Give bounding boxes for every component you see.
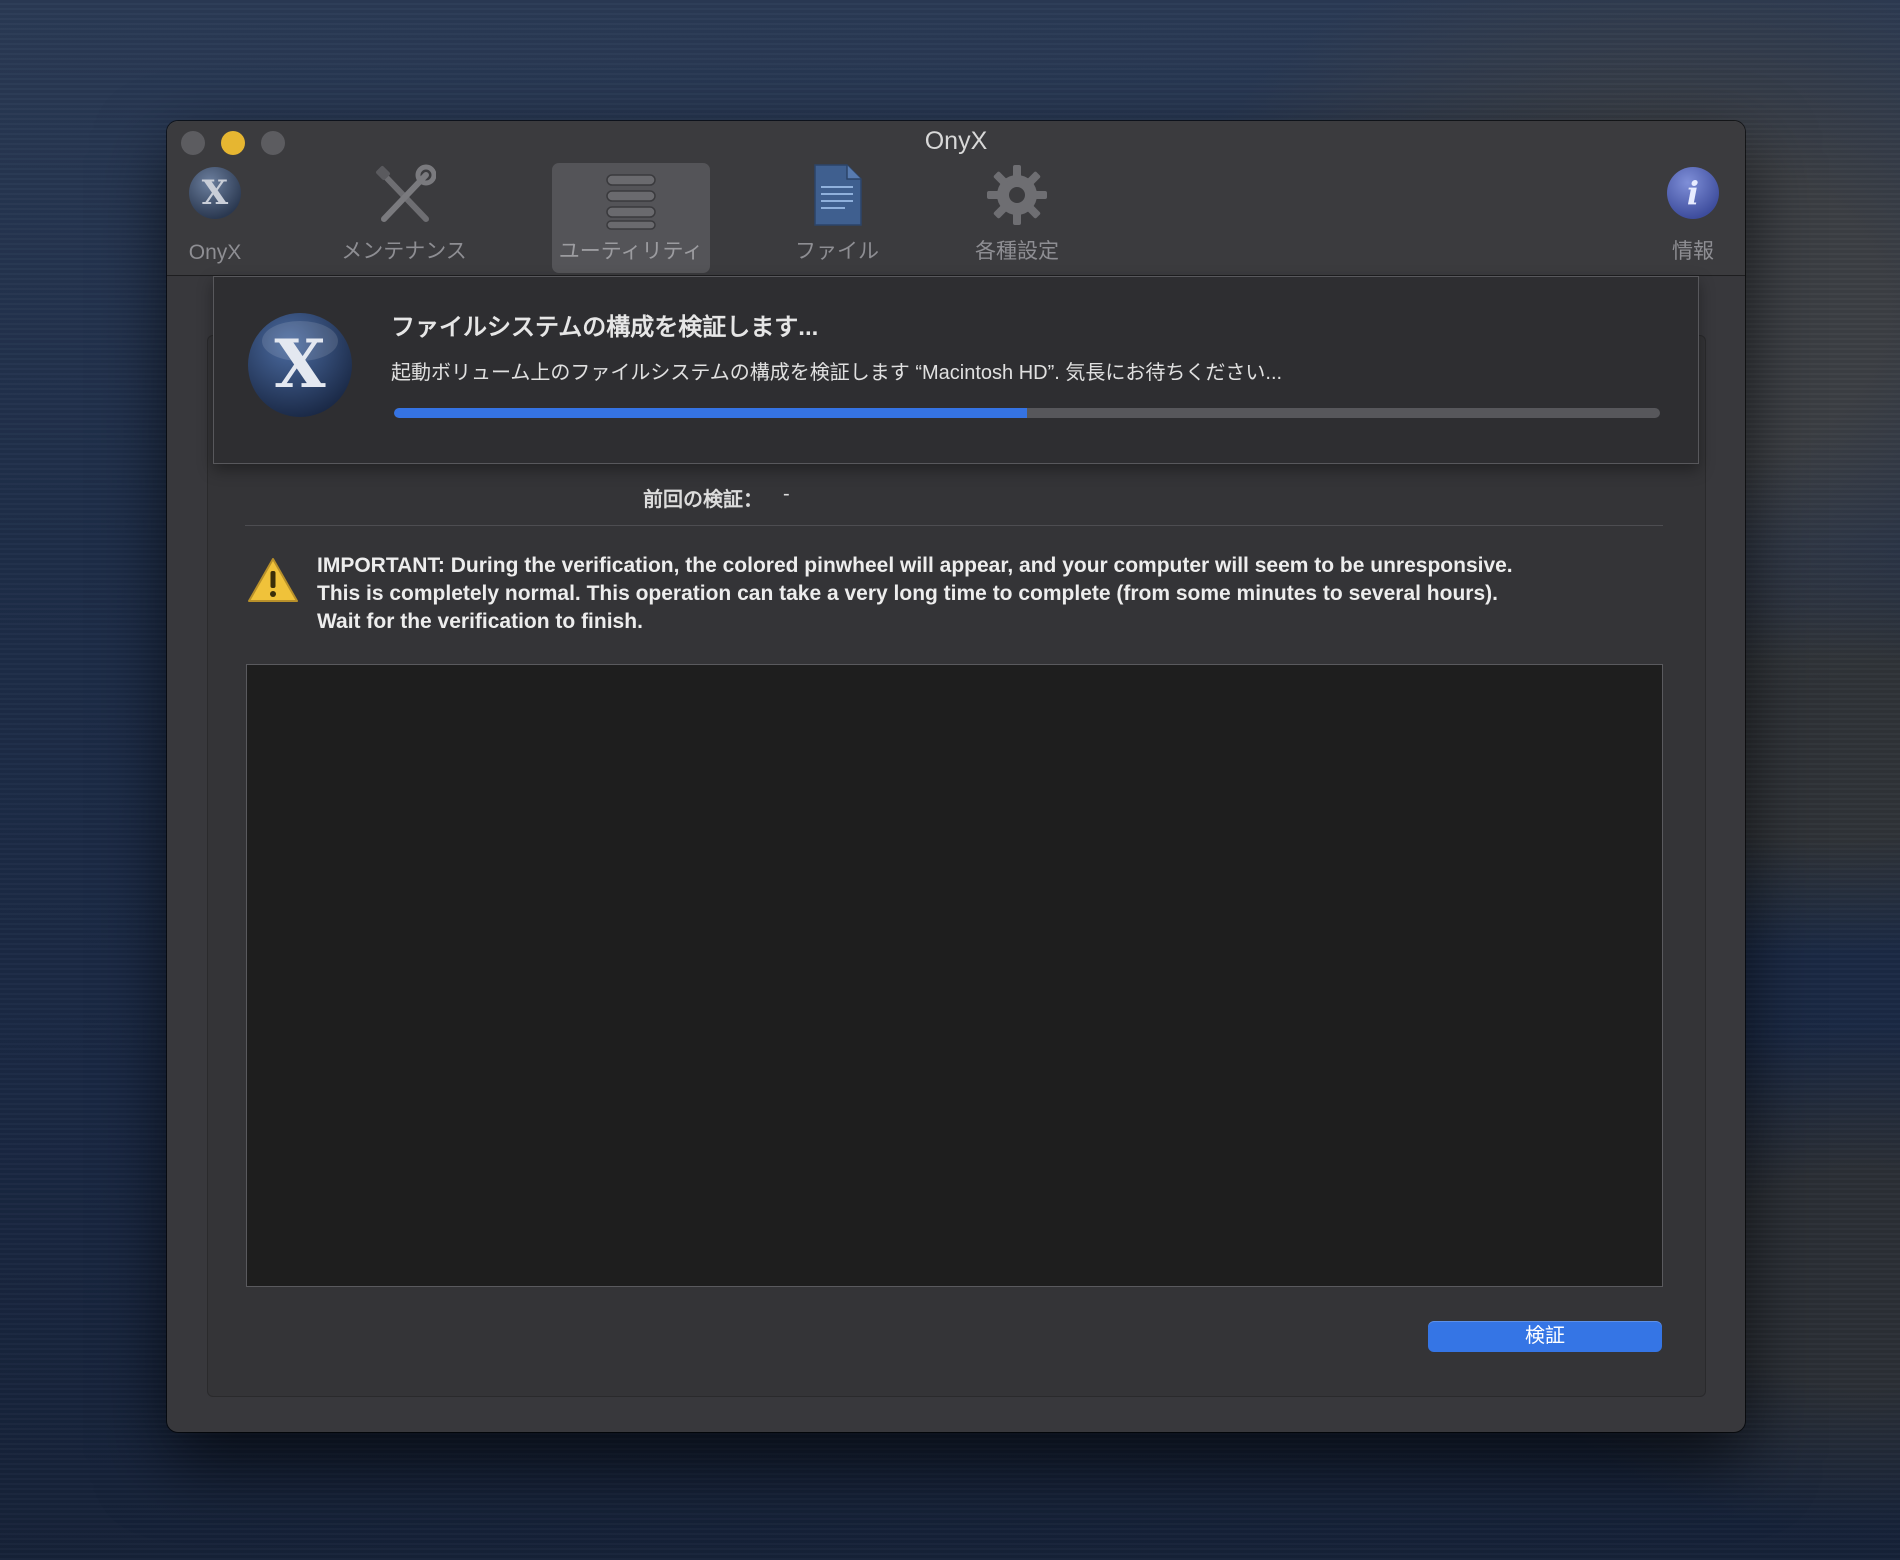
- warning-line: Wait for the verification to finish.: [317, 610, 643, 633]
- toolbar-utilities-label: ユーティリティ: [558, 240, 704, 263]
- warning-icon: [248, 558, 298, 602]
- last-check-label: 前回の検証：: [643, 489, 763, 511]
- toolbar-info[interactable]: i 情報: [1657, 163, 1729, 273]
- verify-button[interactable]: 検証: [1428, 1321, 1662, 1352]
- wrenches-icon: [606, 174, 656, 230]
- last-check-value: -: [783, 483, 790, 505]
- toolbar-onyx-label: OnyX: [188, 241, 242, 264]
- sheet-title: ファイルシステムの構成を検証します...: [391, 314, 819, 341]
- toolbar-settings-label: 各種設定: [975, 240, 1059, 263]
- warning-line: This is completely normal. This operatio…: [317, 582, 1498, 605]
- log-output-area[interactable]: [246, 664, 1663, 1287]
- toolbar-info-label: 情報: [1672, 240, 1714, 263]
- toolbar-maintenance-label: メンテナンス: [341, 240, 467, 263]
- toolbar-files[interactable]: ファイル: [787, 163, 887, 273]
- warning-line: IMPORTANT: During the verification, the …: [317, 554, 1513, 577]
- window-title: OnyX: [924, 127, 988, 155]
- onyx-logo-icon: X: [189, 167, 241, 219]
- progress-bar: [394, 408, 1660, 418]
- svg-text:i: i: [1687, 174, 1699, 212]
- progress-bar-fill: [394, 408, 1027, 418]
- toolbar-utilities[interactable]: ユーティリティ: [552, 163, 710, 273]
- info-icon: i: [1667, 167, 1719, 219]
- onyx-window: OnyX X OnyX メンテナンス ユーティリティ ファイル 各種設定 i 情…: [167, 121, 1745, 1432]
- toolbar-maintenance[interactable]: メンテナンス: [339, 163, 469, 273]
- svg-text:X: X: [202, 173, 229, 213]
- svg-text:X: X: [274, 325, 326, 403]
- toolbar-settings[interactable]: 各種設定: [957, 163, 1077, 273]
- divider: [245, 525, 1663, 526]
- onyx-app-icon: X: [248, 313, 352, 417]
- title-bar: OnyX X OnyX メンテナンス ユーティリティ ファイル 各種設定 i 情…: [167, 121, 1745, 276]
- wrench-screwdriver-icon: [376, 164, 436, 222]
- sheet-message: 起動ボリューム上のファイルシステムの構成を検証します “Macintosh HD…: [391, 362, 1283, 384]
- toolbar-files-label: ファイル: [795, 240, 879, 263]
- progress-sheet: X ファイルシステムの構成を検証します... 起動ボリューム上のファイルシステム…: [213, 276, 1699, 464]
- document-icon: [814, 164, 862, 226]
- warning-text: IMPORTANT: During the verification, the …: [317, 552, 1677, 636]
- gear-icon: [987, 165, 1047, 225]
- toolbar-onyx[interactable]: X OnyX: [179, 163, 251, 273]
